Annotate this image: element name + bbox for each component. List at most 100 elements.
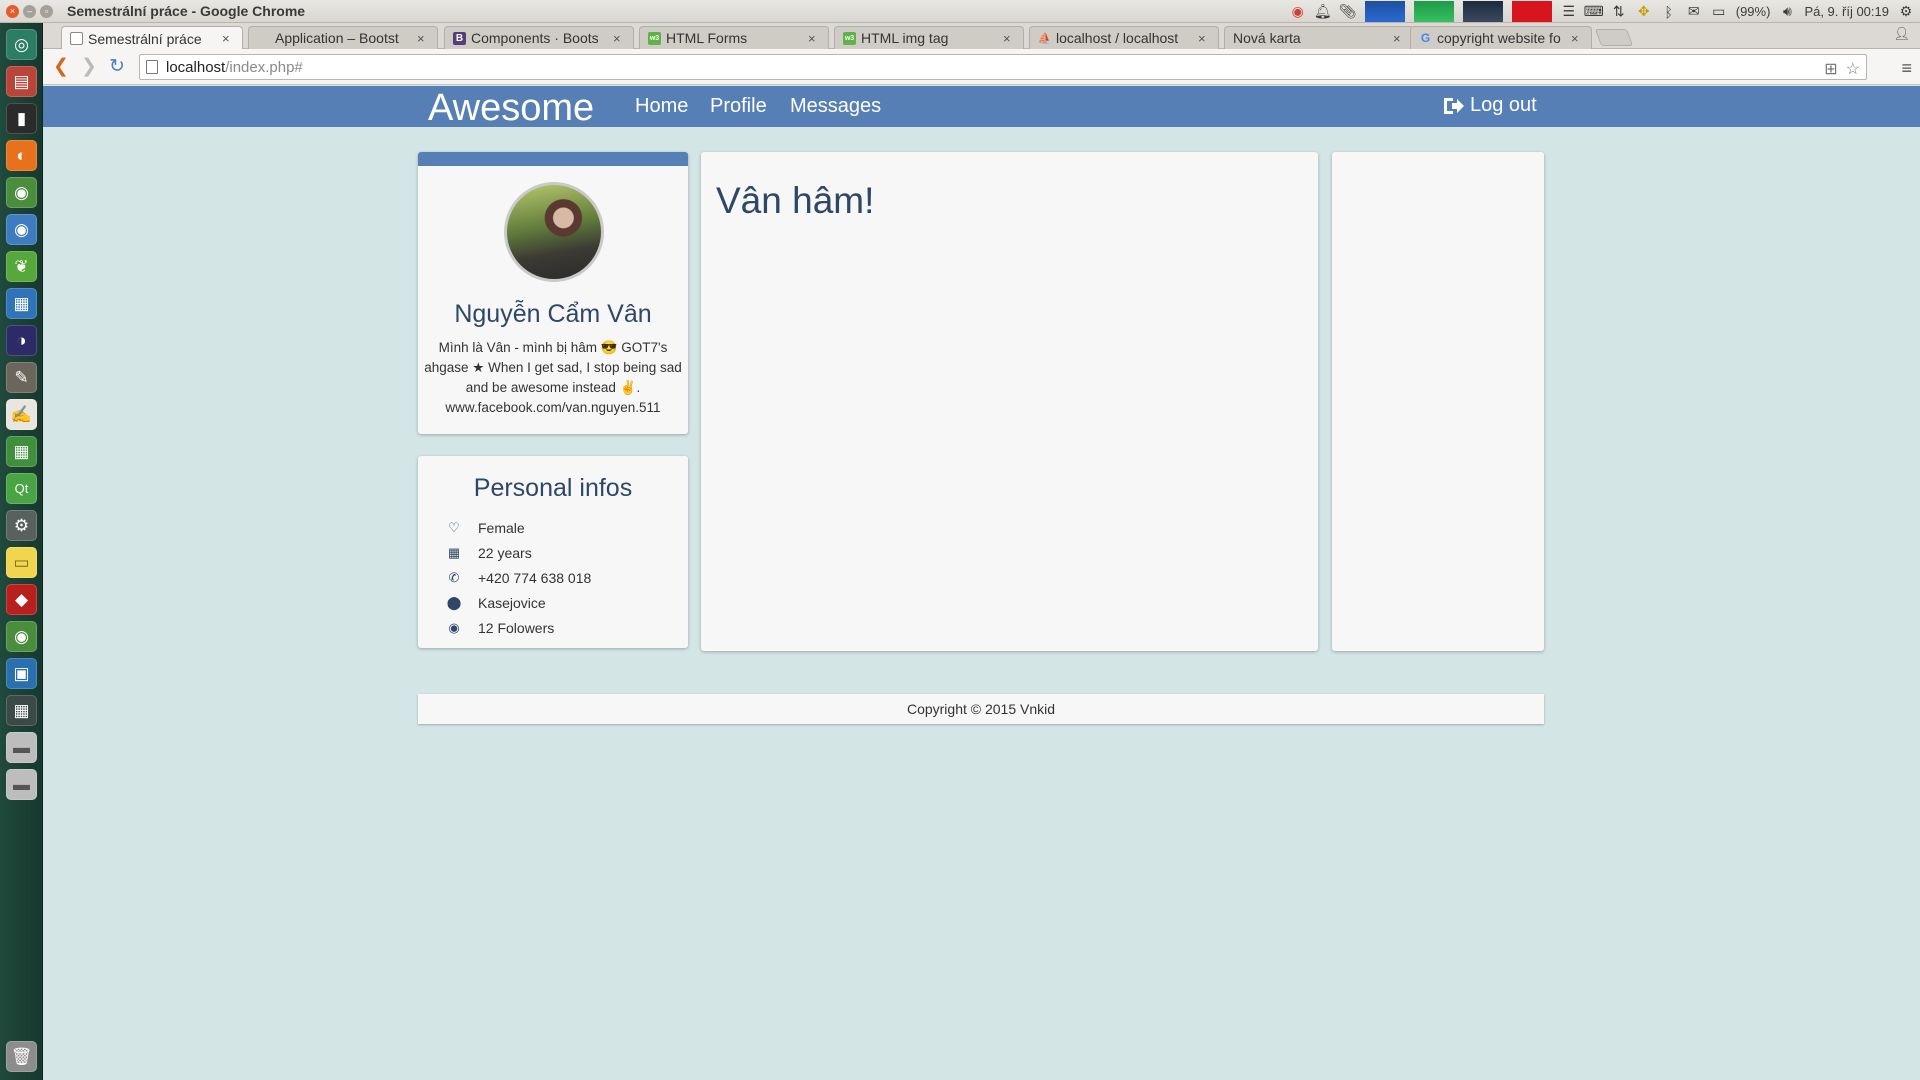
tab-close-icon[interactable]: × [417, 31, 429, 46]
tab-label: Nová karta [1233, 30, 1301, 46]
firefox-icon[interactable]: ◐ [6, 140, 37, 171]
workspace-switcher-icon[interactable]: ▦ [6, 695, 37, 726]
mail-icon[interactable]: ✉ [1686, 3, 1702, 20]
forward-icon[interactable]: ❯ [81, 57, 97, 76]
leaf-app-icon[interactable]: ❦ [6, 251, 37, 282]
load-graph-icon[interactable] [1511, 1, 1552, 22]
notification-bell-icon[interactable]: 🔔︎ [1314, 3, 1332, 20]
calc-icon[interactable]: ▦ [6, 436, 37, 467]
tab-close-icon[interactable]: × [1571, 31, 1583, 46]
system-settings-icon[interactable]: ⚙ [6, 510, 37, 541]
info-gender: Female [478, 520, 525, 536]
writer-icon[interactable]: ▦ [6, 288, 37, 319]
url-host: localhost [166, 58, 226, 76]
qt-creator-icon[interactable]: Qt [6, 473, 37, 504]
brand-logo[interactable]: Awesome [428, 87, 594, 130]
battery-percent: (99%) [1735, 4, 1771, 19]
sticky-notes-icon[interactable]: ▭ [6, 547, 37, 578]
site-navbar: Awesome Home Profile Messages Log out [43, 86, 1920, 130]
drive-icon[interactable]: ▬ [6, 732, 37, 763]
tab-label: Semestrální práce [88, 30, 202, 47]
dropbox-icon[interactable]: ✥ [1636, 3, 1652, 20]
nav-home-link[interactable]: Home [635, 95, 688, 118]
heart-icon: ♡ [448, 520, 460, 535]
tab-components-bootstrap[interactable]: B Components · Boots × [444, 26, 634, 49]
info-age: 22 years [478, 545, 532, 561]
window-close-button[interactable]: × [6, 4, 19, 18]
back-icon[interactable]: ❮ [53, 57, 69, 76]
bookmark-star-icon[interactable]: ☆ [1846, 59, 1860, 79]
tab-localhost-phpmyadmin[interactable]: ⛵ localhost / localhost × [1029, 26, 1219, 49]
clock[interactable]: Pá, 9. říj 00:19 [1804, 4, 1889, 19]
main-content-panel: Vân hâm! [701, 152, 1318, 651]
w3schools-icon: w3 [843, 31, 856, 45]
battery-icon[interactable]: ▭ [1711, 3, 1727, 20]
profile-user-icon[interactable]: 👤︎ [1893, 26, 1910, 42]
page-icon [70, 32, 83, 45]
tab-close-icon[interactable]: × [613, 31, 625, 46]
files-icon[interactable]: ▤ [6, 66, 37, 97]
unity-launcher: ◎ ▤ ▮ ◐ ◉ ◉ ❦ ▦ ◑ ✎ ✍ ▦ Qt ⚙ ▭ ◆ ◉ ▣ ▦ ▬… [0, 23, 43, 1080]
chrome-alt-icon[interactable]: ◉ [6, 621, 37, 652]
gimp-icon[interactable]: ✎ [6, 362, 37, 393]
keyboard-icon[interactable]: ⌨ [1584, 3, 1604, 20]
tab-close-icon[interactable]: × [808, 31, 820, 46]
translate-icon[interactable]: ⊞ [1824, 59, 1837, 79]
paperclip-icon[interactable]: 📎︎ [1339, 3, 1357, 20]
tab-semestralni-prace[interactable]: Semestrální práce × [61, 26, 243, 50]
trash-icon[interactable]: 🗑︎ [6, 1041, 37, 1072]
terminal-icon[interactable]: ▮ [6, 103, 37, 134]
chrome-indicator-icon[interactable]: ◉ [1290, 3, 1306, 20]
chrome-menu-icon[interactable]: ≡ [1901, 58, 1912, 79]
network-graph-icon[interactable] [1462, 1, 1503, 22]
tab-close-icon[interactable]: × [1393, 31, 1405, 46]
tab-html-img-tag[interactable]: w3 HTML img tag × [834, 26, 1024, 49]
avatar[interactable] [504, 182, 604, 282]
eclipse-icon[interactable]: ◑ [6, 325, 37, 356]
text-editor-icon[interactable]: ✍ [6, 399, 37, 430]
address-bar[interactable]: localhost/index.php# ⊞ ☆ [139, 54, 1867, 80]
window-controls: × – ▫ [6, 4, 53, 18]
cpu-graph-icon[interactable] [1364, 1, 1405, 22]
tab-close-icon[interactable]: × [1198, 31, 1210, 46]
url-path: /index.php# [225, 58, 303, 76]
network-arrows-icon[interactable]: ⇅ [1611, 3, 1627, 20]
tab-close-icon[interactable]: × [222, 31, 234, 46]
bootstrap-icon: B [453, 31, 466, 45]
tab-close-icon[interactable]: × [1003, 31, 1015, 46]
bluetooth-icon[interactable]: ᛒ [1661, 4, 1677, 20]
right-sidebar-panel [1332, 152, 1544, 651]
tab-copyright-website[interactable]: G copyright website fo × [1410, 26, 1592, 49]
tab-application-bootstrap[interactable]: Application – Bootst × [248, 26, 438, 49]
drive-2-icon[interactable]: ▬ [6, 769, 37, 800]
ruby-icon[interactable]: ◆ [6, 584, 37, 615]
logout-icon [1444, 97, 1464, 114]
info-row-phone: ✆ +420 774 638 018 [444, 570, 592, 586]
memory-graph-icon[interactable] [1413, 1, 1454, 22]
profile-bio: Mình là Vân - mình bị hâm 😎 GOT7's ahgas… [424, 340, 682, 415]
chrome-icon[interactable]: ◉ [6, 177, 37, 208]
tab-label: HTML Forms [666, 30, 748, 46]
logout-button[interactable]: Log out [1442, 94, 1537, 117]
reload-icon[interactable]: ↻ [109, 57, 125, 76]
nav-messages-link[interactable]: Messages [790, 95, 881, 118]
nav-profile-link[interactable]: Profile [710, 95, 767, 118]
menu-list-icon[interactable]: ☰ [1561, 3, 1577, 20]
tab-label: Application – Bootst [275, 30, 399, 46]
tab-html-forms[interactable]: w3 HTML Forms × [639, 26, 829, 49]
window-minimize-button[interactable]: – [23, 4, 36, 18]
dash-icon[interactable]: ◎ [6, 29, 37, 60]
window-maximize-button[interactable]: ▫ [40, 4, 53, 18]
new-tab-button[interactable] [1594, 29, 1634, 46]
info-followers: 12 Folowers [478, 620, 555, 636]
window-title: Semestrální práce - Google Chrome [67, 3, 306, 19]
chromium-icon[interactable]: ◉ [6, 214, 37, 245]
tab-label: HTML img tag [861, 30, 949, 46]
info-row-location: ⬤ Kasejovice [444, 595, 546, 611]
profile-card-header-strip [418, 152, 688, 166]
page-info-icon[interactable] [146, 60, 158, 74]
tab-nova-karta[interactable]: Nová karta × [1224, 26, 1414, 49]
remote-desktop-icon[interactable]: ▣ [6, 658, 37, 689]
settings-gear-icon[interactable]: ⚙ [1898, 3, 1914, 20]
volume-icon[interactable]: 🔊︎ [1779, 3, 1795, 20]
